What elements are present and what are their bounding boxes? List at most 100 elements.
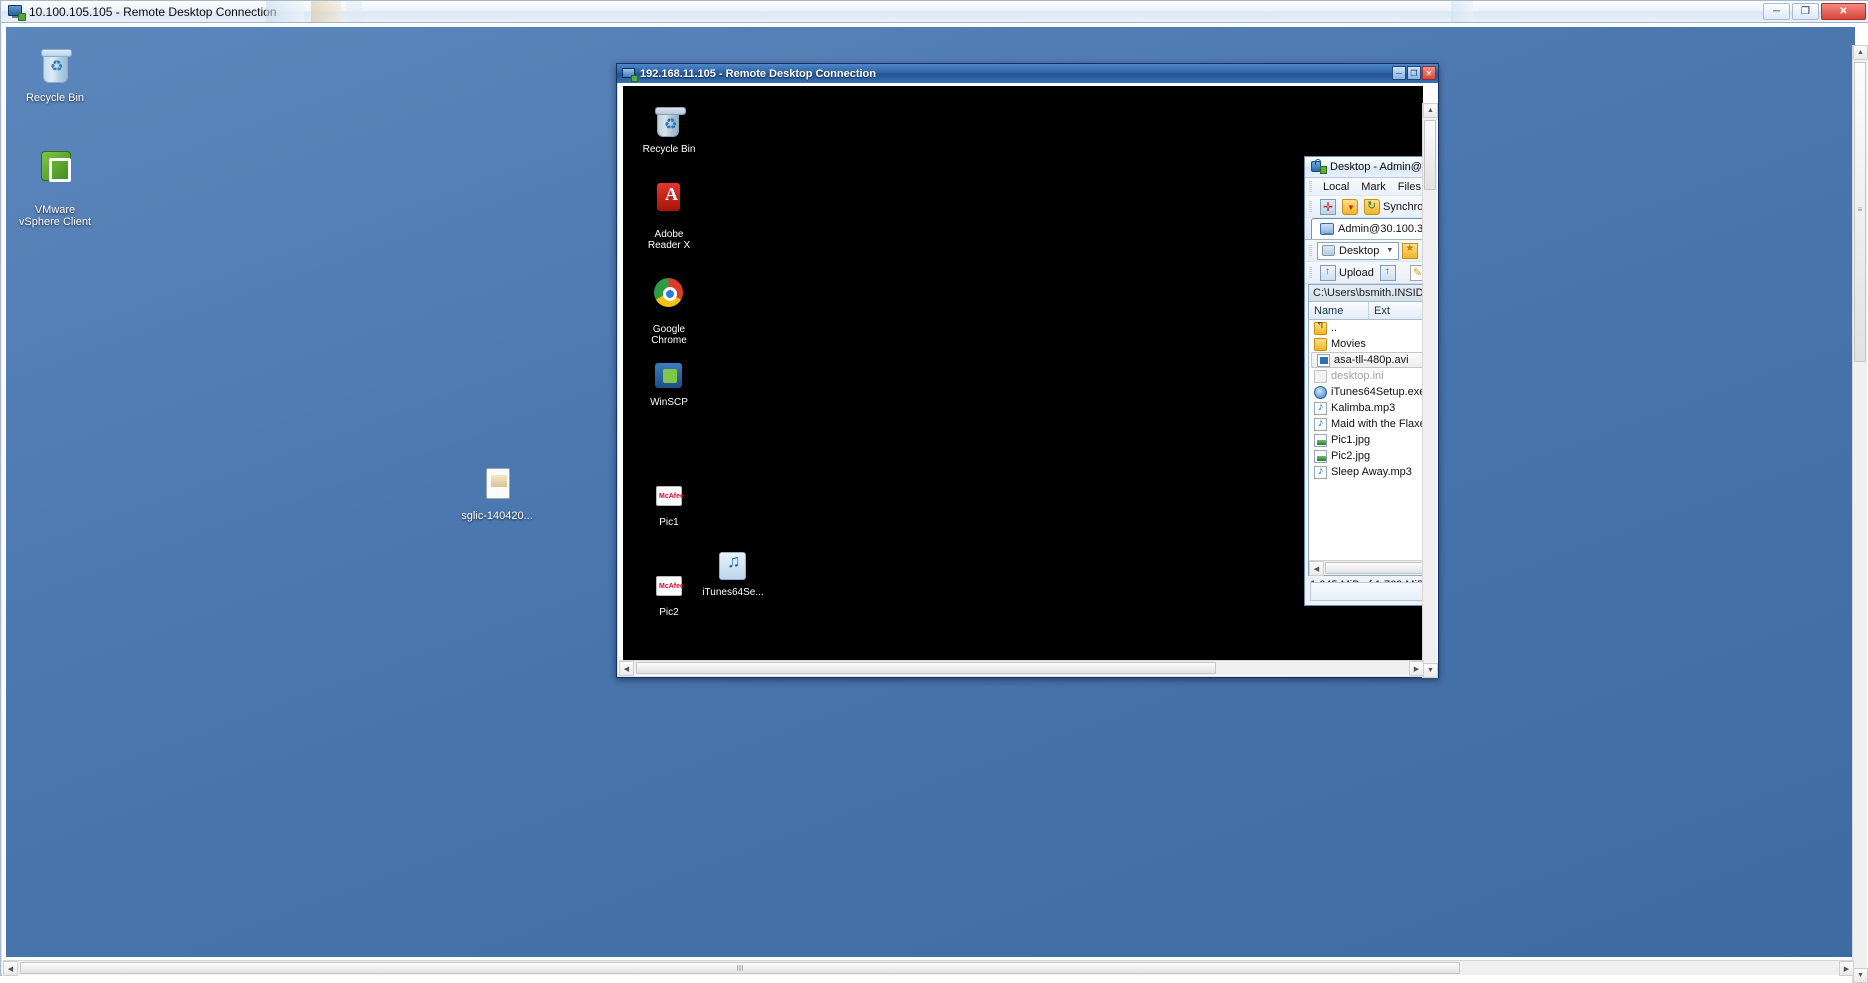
toolbar-grip[interactable] bbox=[1309, 181, 1312, 192]
scroll-up-arrow[interactable]: ▲ bbox=[1853, 45, 1868, 60]
desktop-icon-label: sglic-140420... bbox=[461, 510, 533, 522]
local-bookmarks-button[interactable] bbox=[1399, 241, 1421, 261]
local-drive-value: Desktop bbox=[1339, 244, 1380, 257]
upload-options-icon bbox=[1379, 264, 1396, 281]
desktop-icon-adobe-reader[interactable]: Adobe Reader X bbox=[634, 171, 704, 262]
scroll-up-arrow[interactable]: ▲ bbox=[1423, 103, 1438, 118]
column-header-ext[interactable]: Ext bbox=[1369, 302, 1423, 320]
tab-label: Admin@30.100.3.121 bbox=[1338, 223, 1423, 235]
outer-window-client-area: Recycle Bin VMware vSphere Client sglic-… bbox=[2, 23, 1868, 983]
maximize-button[interactable]: ❐ bbox=[1792, 3, 1819, 20]
desktop-icon-google-chrome[interactable]: Google Chrome bbox=[634, 266, 704, 357]
table-row[interactable]: Pic2.jpg 9, bbox=[1309, 448, 1423, 464]
file-name: asa-tll-480p.avi bbox=[1334, 354, 1409, 366]
menu-mark[interactable]: Mark bbox=[1355, 180, 1391, 194]
inner-desktop-vscrollbar[interactable]: ▲ ▼ bbox=[1422, 103, 1438, 678]
outer-desktop-vscrollbar[interactable]: ▲ ≡ ▼ bbox=[1852, 45, 1868, 983]
maximize-button[interactable]: ❐ bbox=[1407, 66, 1421, 80]
upload-button[interactable]: Upload bbox=[1317, 263, 1377, 283]
table-row[interactable]: Movies bbox=[1309, 336, 1423, 352]
local-column-headers: Name Ext bbox=[1309, 301, 1423, 320]
scroll-right-arrow[interactable]: ▶ bbox=[1409, 661, 1424, 676]
local-panel-hscrollbar[interactable]: ◀ III ▶ bbox=[1309, 560, 1423, 576]
local-file-list[interactable]: .. Movies asa-tll-480p.avi bbox=[1309, 320, 1423, 480]
desktop-icon-recycle-bin[interactable]: Recycle Bin bbox=[12, 49, 98, 104]
inner-window-title: 192.168.11.105 - Remote Desktop Connecti… bbox=[640, 67, 876, 80]
scroll-right-arrow[interactable]: ▶ bbox=[1839, 961, 1854, 976]
inner-window-titlebar[interactable]: 192.168.11.105 - Remote Desktop Connecti… bbox=[617, 64, 1438, 83]
mcafee-icon bbox=[652, 571, 686, 605]
desktop-icon-winscp[interactable]: WinSCP bbox=[634, 361, 704, 408]
winscp-navigation-toolbar: Desktop ▼ ▼ ▼ bbox=[1305, 240, 1423, 262]
table-row[interactable]: Sleep Away.mp3 4,729 KiB MP3 Format Soun… bbox=[1309, 464, 1423, 480]
outer-remote-desktop-canvas[interactable]: Recycle Bin VMware vSphere Client sglic-… bbox=[6, 27, 1855, 957]
toolbar-grip[interactable] bbox=[1309, 201, 1312, 212]
local-path-bar[interactable]: C:\Users\bsmith.INSIDE\Desktop bbox=[1309, 285, 1423, 302]
scroll-thumb[interactable]: III bbox=[1325, 562, 1423, 574]
compare-icon bbox=[1320, 198, 1336, 215]
scroll-left-arrow[interactable]: ◀ bbox=[1309, 561, 1324, 576]
table-row[interactable]: Pic1.jpg 10, bbox=[1309, 432, 1423, 448]
desktop-icon-pic2[interactable]: Pic2 bbox=[634, 571, 704, 618]
column-header-name[interactable]: Name bbox=[1309, 301, 1369, 320]
minimize-button[interactable]: ─ bbox=[1763, 3, 1790, 20]
inner-window-client-area: Recycle Bin Adobe Reader X Google Chrome bbox=[618, 83, 1438, 678]
file-name: Sleep Away.mp3 bbox=[1331, 466, 1412, 478]
parent-folder-icon bbox=[1314, 321, 1327, 335]
local-drive-combo[interactable]: Desktop ▼ bbox=[1317, 241, 1400, 260]
local-file-panel[interactable]: C:\Users\bsmith.INSIDE\Desktop Name Ext bbox=[1308, 284, 1423, 576]
image-file-icon bbox=[1314, 433, 1327, 447]
compare-directories-button[interactable] bbox=[1317, 197, 1339, 217]
desktop-icon-label: Recycle Bin bbox=[25, 92, 85, 104]
table-row[interactable]: Maid with the Flaxen ... 4,01 bbox=[1309, 416, 1423, 432]
table-row[interactable]: Kalimba.mp3 8,21 bbox=[1309, 400, 1423, 416]
tab-session-admin[interactable]: Admin@30.100.3.121 bbox=[1311, 218, 1423, 239]
inner-desktop-hscrollbar[interactable]: ◀ ▶ bbox=[619, 660, 1424, 676]
desktop-icon-recycle-bin[interactable]: Recycle Bin bbox=[634, 107, 704, 155]
inner-remote-desktop-canvas[interactable]: Recycle Bin Adobe Reader X Google Chrome bbox=[623, 86, 1423, 661]
winscp-file-action-toolbar: Upload Edit bbox=[1305, 262, 1423, 284]
minimize-button[interactable]: ─ bbox=[1392, 66, 1406, 80]
desktop-icon-itunes-setup[interactable]: iTunes64Se... bbox=[698, 551, 768, 598]
synchronize-icon bbox=[1364, 198, 1380, 215]
menu-local[interactable]: Local bbox=[1317, 180, 1355, 194]
scroll-left-arrow[interactable]: ◀ bbox=[3, 961, 18, 976]
status-message-cell bbox=[1310, 582, 1423, 601]
outer-desktop-hscrollbar[interactable]: ◀ III ▶ bbox=[3, 960, 1854, 976]
table-row[interactable]: iTunes64Setup.exe 107 bbox=[1309, 384, 1423, 400]
scroll-thumb[interactable] bbox=[1424, 120, 1436, 190]
google-chrome-icon bbox=[652, 277, 686, 311]
scroll-thumb[interactable] bbox=[636, 662, 1216, 674]
desktop-icon-sglic-file[interactable]: sglic-140420... bbox=[454, 467, 540, 522]
desktop-icon-label: Pic2 bbox=[659, 607, 679, 618]
close-button[interactable]: ✕ bbox=[1422, 66, 1436, 80]
drive-icon bbox=[1322, 245, 1335, 256]
toolbar-grip[interactable] bbox=[1309, 267, 1312, 278]
menu-files[interactable]: Files bbox=[1392, 180, 1423, 194]
desktop-icon-vsphere-client[interactable]: VMware vSphere Client bbox=[12, 137, 98, 240]
table-row[interactable]: desktop.ini bbox=[1309, 368, 1423, 384]
synchronize-browsing-button[interactable] bbox=[1339, 197, 1361, 217]
scroll-down-arrow[interactable]: ▼ bbox=[1423, 663, 1438, 678]
scroll-thumb[interactable]: ≡ bbox=[1854, 62, 1866, 362]
table-row[interactable]: .. bbox=[1309, 320, 1423, 336]
winscp-statusbar: 🔒 FTP 🔊 0:03:38 bbox=[1308, 582, 1423, 601]
toolbar-grip[interactable] bbox=[1309, 245, 1312, 256]
close-button[interactable]: ✕ bbox=[1821, 3, 1866, 20]
outer-window-titlebar[interactable]: 10.100.105.105 - Remote Desktop Connecti… bbox=[1, 1, 1868, 23]
scroll-left-arrow[interactable]: ◀ bbox=[619, 661, 634, 676]
chevron-down-icon[interactable]: ▼ bbox=[1383, 247, 1396, 254]
inner-remote-desktop-window: 192.168.11.105 - Remote Desktop Connecti… bbox=[616, 63, 1439, 678]
file-name: desktop.ini bbox=[1331, 370, 1384, 382]
document-file-icon bbox=[477, 467, 517, 507]
desktop-icon-pic1[interactable]: Pic1 bbox=[634, 481, 704, 528]
edit-button[interactable]: Edit bbox=[1407, 263, 1423, 283]
scroll-thumb[interactable]: III bbox=[20, 962, 1460, 974]
desktop-icon-label: Google Chrome bbox=[651, 324, 687, 346]
desktop-icon-label: WinSCP bbox=[650, 397, 688, 408]
winscp-titlebar[interactable]: Desktop - Admin@30.100.3.121 - WinSCP ─ … bbox=[1305, 157, 1423, 178]
table-row[interactable]: asa-tll-480p.avi 1,645 bbox=[1309, 352, 1423, 368]
synchronize-button[interactable]: Synchronize bbox=[1361, 197, 1423, 217]
upload-options-button[interactable] bbox=[1377, 263, 1399, 283]
audio-file-icon bbox=[1314, 465, 1327, 479]
